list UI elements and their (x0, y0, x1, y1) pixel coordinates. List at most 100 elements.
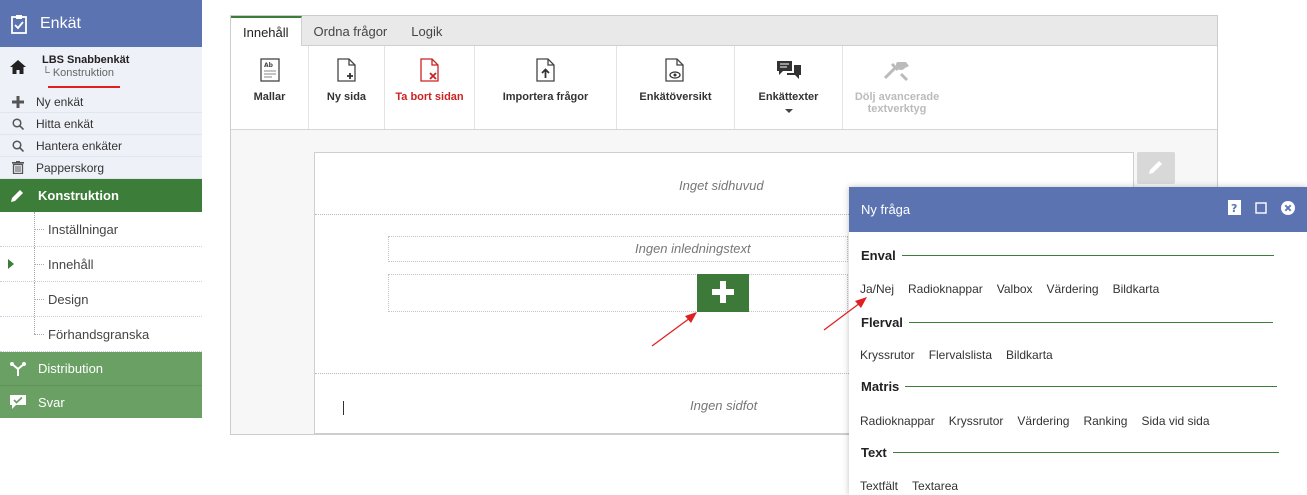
pencil-icon (10, 189, 32, 203)
plus-icon (712, 280, 734, 306)
category-single-choice: Enval (861, 248, 1274, 263)
trash-icon (12, 161, 32, 174)
category-rule (905, 386, 1278, 387)
share-icon (10, 361, 32, 376)
survey-name: LBS Snabbenkät (42, 54, 130, 66)
option-image-map[interactable]: Bildkarta (1113, 282, 1160, 296)
category-rule (892, 452, 1279, 453)
section-label: Distribution (38, 361, 104, 376)
import-questions-label: Importera frågor (502, 91, 589, 103)
templates-button[interactable]: Ab Mallar (231, 46, 309, 129)
page-header-placeholder[interactable]: Inget sidhuvud (679, 178, 764, 193)
sidebar-item-trash[interactable]: Papperskorg (0, 157, 202, 179)
option-checkboxes[interactable]: Kryssrutor (860, 348, 915, 362)
tab-order-questions[interactable]: Ordna frågor (302, 16, 400, 46)
tree-branch (34, 264, 44, 265)
help-icon[interactable]: ? (1228, 200, 1241, 218)
maximize-icon[interactable] (1255, 201, 1267, 217)
delete-page-icon (419, 58, 440, 85)
hide-advanced-line1: Dölj avancerade (854, 91, 940, 103)
sidebar-item-preview[interactable]: Förhandsgranska (0, 317, 202, 352)
sidebar-item-content[interactable]: Innehåll (0, 247, 202, 282)
survey-texts-button[interactable]: Enkättexter (735, 46, 843, 129)
category-rule (908, 322, 1273, 323)
sidebar-item-manage-surveys[interactable]: Hantera enkäter (0, 135, 202, 157)
new-question-dialog: Ny fråga ? Enval Ja/Nej Radioknappar Val… (849, 187, 1307, 495)
option-image-map[interactable]: Bildkarta (1006, 348, 1053, 362)
sidebar-item-new-survey[interactable]: Ny enkät (0, 91, 202, 113)
edit-header-button[interactable] (1137, 152, 1175, 184)
option-rating[interactable]: Värdering (1047, 282, 1099, 296)
question-drop-zone (388, 274, 848, 312)
option-text-field[interactable]: Textfält (860, 479, 898, 493)
tree-branch (34, 229, 44, 230)
current-survey[interactable]: LBS Snabbenkät └ Konstruktion (0, 47, 202, 91)
category-text: Text (861, 445, 1279, 460)
delete-page-label: Ta bort sidan (395, 91, 464, 103)
sidebar-item-label: Förhandsgranska (48, 326, 150, 342)
survey-overview-button[interactable]: Enkätöversikt (617, 46, 735, 129)
overview-icon (664, 58, 687, 85)
dialog-title: Ny fråga (861, 202, 911, 217)
category-label: Flerval (861, 315, 903, 330)
option-rating[interactable]: Värdering (1017, 414, 1069, 428)
sidebar-item-label: Design (48, 291, 89, 307)
section-label: Konstruktion (38, 188, 119, 203)
active-item-arrow-icon (8, 259, 14, 269)
svg-text:?: ? (1231, 202, 1237, 215)
sidebar-title: Enkät (40, 14, 81, 32)
category-label: Enval (861, 248, 896, 263)
sidebar-item-label: Innehåll (48, 256, 94, 272)
close-icon[interactable] (1281, 200, 1295, 218)
tab-logic[interactable]: Logik (399, 16, 454, 46)
sidebar-section-answers[interactable]: Svar (0, 385, 202, 418)
option-checkboxes[interactable]: Kryssrutor (949, 414, 1004, 428)
option-ranking[interactable]: Ranking (1083, 414, 1127, 428)
tools-icon (883, 58, 911, 85)
survey-overview-label: Enkätöversikt (639, 91, 712, 103)
sidebar-item-settings[interactable]: Inställningar (0, 212, 202, 247)
tab-content[interactable]: Innehåll (231, 16, 302, 46)
sidebar-item-design[interactable]: Design (0, 282, 202, 317)
multiple-choice-options: Kryssrutor Flervalslista Bildkarta (860, 348, 1053, 362)
hide-advanced-tools-button[interactable]: Dölj avancerade textverktyg (843, 46, 951, 129)
templates-icon: Ab (259, 58, 280, 85)
import-icon (535, 58, 556, 85)
speech-bubbles-icon (776, 58, 802, 85)
sidebar-header: Enkät (0, 0, 202, 47)
new-page-button[interactable]: Ny sida (309, 46, 385, 129)
import-questions-button[interactable]: Importera frågor (475, 46, 617, 129)
option-radio-buttons[interactable]: Radioknappar (860, 414, 935, 428)
pencil-icon (1148, 159, 1164, 178)
intro-text-box[interactable]: Ingen inledningstext (388, 236, 848, 262)
option-side-by-side[interactable]: Sida vid sida (1141, 414, 1209, 428)
intro-text-placeholder: Ingen inledningstext (635, 241, 751, 256)
add-question-button[interactable] (697, 274, 749, 312)
option-select-box[interactable]: Valbox (997, 282, 1033, 296)
dropdown-caret-icon[interactable] (784, 109, 793, 113)
chat-check-icon (10, 395, 32, 409)
sidebar-section-construction[interactable]: Konstruktion (0, 179, 202, 212)
sidebar-item-label: Papperskorg (36, 160, 105, 175)
sidebar-section-distribution[interactable]: Distribution (0, 352, 202, 385)
page-footer-placeholder[interactable]: Ingen sidfot (690, 398, 757, 413)
option-multi-select-list[interactable]: Flervalslista (929, 348, 992, 362)
new-page-icon (336, 58, 357, 85)
sidebar-item-label: Inställningar (48, 221, 119, 237)
delete-page-button[interactable]: Ta bort sidan (385, 46, 475, 129)
clipboard-check-icon (10, 14, 32, 34)
sidebar-item-find-survey[interactable]: Hitta enkät (0, 113, 202, 135)
option-yes-no[interactable]: Ja/Nej (860, 282, 894, 296)
survey-breadcrumb: └ Konstruktion (42, 67, 114, 79)
sidebar-item-label: Hantera enkäter (36, 138, 123, 153)
option-text-area[interactable]: Textarea (912, 479, 958, 493)
section-label: Svar (38, 394, 65, 410)
option-radio-buttons[interactable]: Radioknappar (908, 282, 983, 296)
new-page-label: Ny sida (326, 91, 367, 103)
tree-branch (34, 299, 44, 300)
home-icon[interactable] (10, 54, 36, 91)
category-multiple-choice: Flerval (861, 315, 1273, 330)
survey-texts-label: Enkättexter (758, 91, 819, 103)
category-rule (901, 255, 1274, 256)
sidebar-item-label: Hitta enkät (36, 116, 94, 131)
